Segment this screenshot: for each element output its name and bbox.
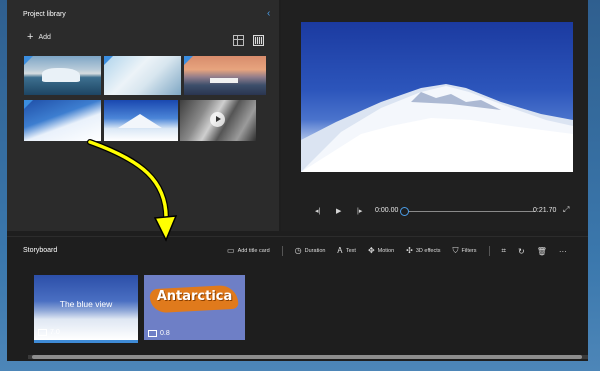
drag-annotation-arrow: [87, 139, 178, 242]
